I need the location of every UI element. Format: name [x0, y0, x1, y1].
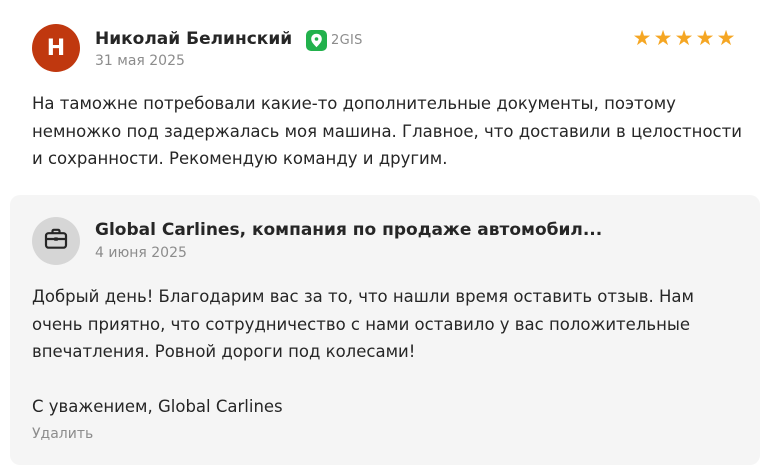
review-text: На таможне потребовали какие-то дополнит…	[32, 94, 742, 169]
avatar-letter: Н	[46, 35, 66, 61]
source-badge: 2GIS	[306, 29, 363, 51]
company-reply: Global Carlines, компания по продаже авт…	[10, 195, 760, 465]
2gis-icon	[306, 29, 327, 51]
company-name[interactable]: Global Carlines, компания по продаже авт…	[95, 220, 615, 240]
star-icon: ★	[674, 26, 694, 50]
star-rating: ★ ★ ★ ★ ★	[632, 25, 736, 51]
reply-body: Добрый день! Благодарим вас за то, что н…	[32, 287, 694, 362]
star-icon: ★	[716, 26, 736, 50]
star-icon: ★	[695, 26, 715, 50]
source-label: 2GIS	[331, 32, 363, 48]
author-avatar[interactable]: Н	[32, 24, 80, 72]
review-date: 31 мая 2025	[95, 53, 185, 69]
star-icon: ★	[653, 26, 673, 50]
reply-text: Добрый день! Благодарим вас за то, что н…	[32, 283, 744, 420]
delete-reply-link[interactable]: Удалить	[32, 426, 93, 442]
briefcase-icon	[44, 228, 68, 254]
company-avatar	[32, 217, 80, 265]
star-icon: ★	[632, 26, 652, 50]
reply-signature: С уважением, Global Carlines	[32, 396, 283, 416]
review-card: Н Николай Белинский 2GIS 31 мая 2025 ★ ★ ★…	[0, 0, 768, 470]
reply-date: 4 июня 2025	[95, 245, 187, 261]
author-name[interactable]: Николай Белинский	[95, 29, 292, 49]
